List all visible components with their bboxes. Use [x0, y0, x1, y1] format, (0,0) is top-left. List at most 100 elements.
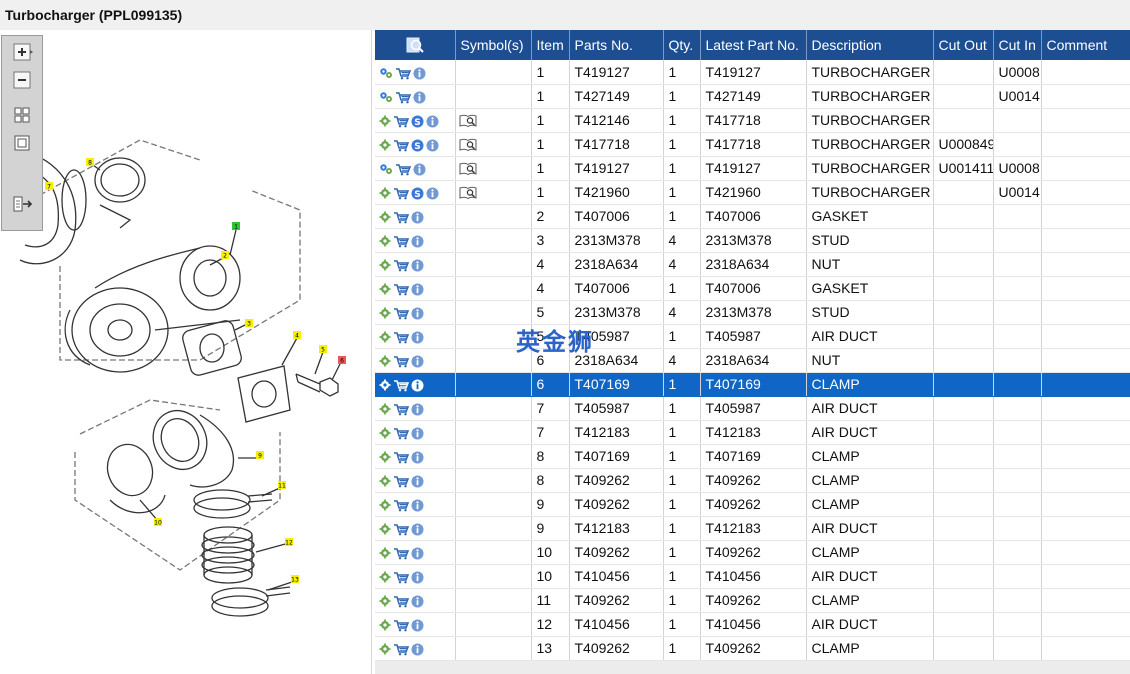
- table-row[interactable]: 6 T407169 1 T407169 CLAMP: [375, 372, 1130, 397]
- column-header-parts-no[interactable]: Parts No.: [569, 30, 664, 60]
- info-icon[interactable]: [413, 67, 426, 80]
- table-row[interactable]: 7 T405987 1 T405987 AIR DUCT: [375, 396, 1130, 421]
- table-row[interactable]: 9 T409262 1 T409262 CLAMP: [375, 492, 1130, 517]
- add-to-cart-icon[interactable]: [393, 307, 409, 320]
- info-icon[interactable]: [411, 283, 424, 296]
- options-gear-icon[interactable]: [379, 523, 391, 535]
- info-icon[interactable]: [411, 571, 424, 584]
- zoom-out-icon[interactable]: [11, 69, 33, 91]
- table-row[interactable]: 4 T407006 1 T407006 GASKET: [375, 276, 1130, 301]
- info-icon[interactable]: [411, 379, 424, 392]
- table-row[interactable]: 5 T405987 1 T405987 AIR DUCT: [375, 324, 1130, 349]
- column-header-item[interactable]: Item: [531, 30, 570, 60]
- table-row[interactable]: 10 T410456 1 T410456 AIR DUCT: [375, 564, 1130, 589]
- add-to-cart-icon[interactable]: [393, 235, 409, 248]
- add-to-cart-icon[interactable]: [393, 331, 409, 344]
- table-row[interactable]: S 1 T417718 1 T417718 TURBOCHARGER U000849: [375, 132, 1130, 157]
- supersession-icon[interactable]: S: [411, 115, 424, 128]
- options-gear-icon[interactable]: [379, 643, 391, 655]
- column-header-comment[interactable]: Comment: [1041, 30, 1130, 60]
- add-to-cart-icon[interactable]: [393, 547, 409, 560]
- add-to-cart-icon[interactable]: [393, 427, 409, 440]
- column-header-cut-out[interactable]: Cut Out: [933, 30, 994, 60]
- options-gear-icon[interactable]: [379, 619, 391, 631]
- options-gears-icon[interactable]: [379, 163, 393, 175]
- info-icon[interactable]: [411, 547, 424, 560]
- table-row[interactable]: 11 T409262 1 T409262 CLAMP: [375, 588, 1130, 613]
- export-icon[interactable]: [11, 193, 33, 215]
- add-to-cart-icon[interactable]: [393, 139, 409, 152]
- actual-size-icon[interactable]: [11, 132, 33, 154]
- options-gear-icon[interactable]: [379, 283, 391, 295]
- table-row[interactable]: 2 T407006 1 T407006 GASKET: [375, 204, 1130, 229]
- add-to-cart-icon[interactable]: [393, 403, 409, 416]
- options-gear-icon[interactable]: [379, 235, 391, 247]
- options-gear-icon[interactable]: [379, 115, 391, 127]
- table-row[interactable]: S 1 T421960 1 T421960 TURBOCHARGER U0014: [375, 180, 1130, 205]
- fit-icon[interactable]: [11, 104, 33, 126]
- options-gear-icon[interactable]: [379, 595, 391, 607]
- info-icon[interactable]: [411, 499, 424, 512]
- view-book-icon[interactable]: [459, 114, 477, 128]
- info-icon[interactable]: [411, 643, 424, 656]
- options-gear-icon[interactable]: [379, 331, 391, 343]
- info-icon[interactable]: [411, 235, 424, 248]
- info-icon[interactable]: [426, 139, 439, 152]
- options-gear-icon[interactable]: [379, 571, 391, 583]
- options-gear-icon[interactable]: [379, 547, 391, 559]
- add-to-cart-icon[interactable]: [395, 91, 411, 104]
- options-gear-icon[interactable]: [379, 259, 391, 271]
- search-icon[interactable]: [405, 36, 425, 54]
- options-gear-icon[interactable]: [379, 451, 391, 463]
- options-gear-icon[interactable]: [379, 187, 391, 199]
- info-icon[interactable]: [411, 523, 424, 536]
- options-gear-icon[interactable]: [379, 427, 391, 439]
- info-icon[interactable]: [411, 355, 424, 368]
- table-row[interactable]: 9 T412183 1 T412183 AIR DUCT: [375, 516, 1130, 541]
- info-icon[interactable]: [411, 427, 424, 440]
- add-to-cart-icon[interactable]: [393, 571, 409, 584]
- table-row[interactable]: 10 T409262 1 T409262 CLAMP: [375, 540, 1130, 565]
- view-book-icon[interactable]: [459, 186, 477, 200]
- info-icon[interactable]: [411, 307, 424, 320]
- table-row[interactable]: S 1 T412146 1 T417718 TURBOCHARGER: [375, 108, 1130, 133]
- options-gears-icon[interactable]: [379, 91, 393, 103]
- parts-diagram[interactable]: 1 2 3 4 5 6 7 8 9 10 11 12 13: [0, 30, 372, 674]
- info-icon[interactable]: [411, 259, 424, 272]
- info-icon[interactable]: [411, 403, 424, 416]
- add-to-cart-icon[interactable]: [393, 355, 409, 368]
- table-row[interactable]: 8 T409262 1 T409262 CLAMP: [375, 468, 1130, 493]
- column-header-qty[interactable]: Qty.: [663, 30, 701, 60]
- options-gear-icon[interactable]: [379, 211, 391, 223]
- column-header-cut-in[interactable]: Cut In: [993, 30, 1042, 60]
- options-gear-icon[interactable]: [379, 355, 391, 367]
- supersession-icon[interactable]: S: [411, 139, 424, 152]
- info-icon[interactable]: [411, 475, 424, 488]
- info-icon[interactable]: [413, 163, 426, 176]
- view-book-icon[interactable]: [459, 138, 477, 152]
- info-icon[interactable]: [426, 187, 439, 200]
- options-gears-icon[interactable]: [379, 67, 393, 79]
- supersession-icon[interactable]: S: [411, 187, 424, 200]
- table-row[interactable]: 6 2318A634 4 2318A634 NUT: [375, 348, 1130, 373]
- add-to-cart-icon[interactable]: [393, 643, 409, 656]
- add-to-cart-icon[interactable]: [393, 595, 409, 608]
- table-row[interactable]: 1 T419127 1 T419127 TURBOCHARGER U001411 U0008: [375, 156, 1130, 181]
- table-row[interactable]: 8 T407169 1 T407169 CLAMP: [375, 444, 1130, 469]
- info-icon[interactable]: [411, 331, 424, 344]
- info-icon[interactable]: [413, 91, 426, 104]
- table-row[interactable]: 5 2313M378 4 2313M378 STUD: [375, 300, 1130, 325]
- table-row[interactable]: 3 2313M378 4 2313M378 STUD: [375, 228, 1130, 253]
- add-to-cart-icon[interactable]: [393, 499, 409, 512]
- view-book-icon[interactable]: [459, 162, 477, 176]
- info-icon[interactable]: [411, 451, 424, 464]
- table-row[interactable]: 7 T412183 1 T412183 AIR DUCT: [375, 420, 1130, 445]
- zoom-in-icon[interactable]: [11, 41, 33, 63]
- table-row[interactable]: 1 T427149 1 T427149 TURBOCHARGER U0014: [375, 84, 1130, 109]
- info-icon[interactable]: [411, 595, 424, 608]
- options-gear-icon[interactable]: [379, 139, 391, 151]
- add-to-cart-icon[interactable]: [393, 523, 409, 536]
- column-header-actions[interactable]: [375, 30, 456, 60]
- column-header-latest-part-no[interactable]: Latest Part No.: [700, 30, 807, 60]
- column-header-symbols[interactable]: Symbol(s): [455, 30, 532, 60]
